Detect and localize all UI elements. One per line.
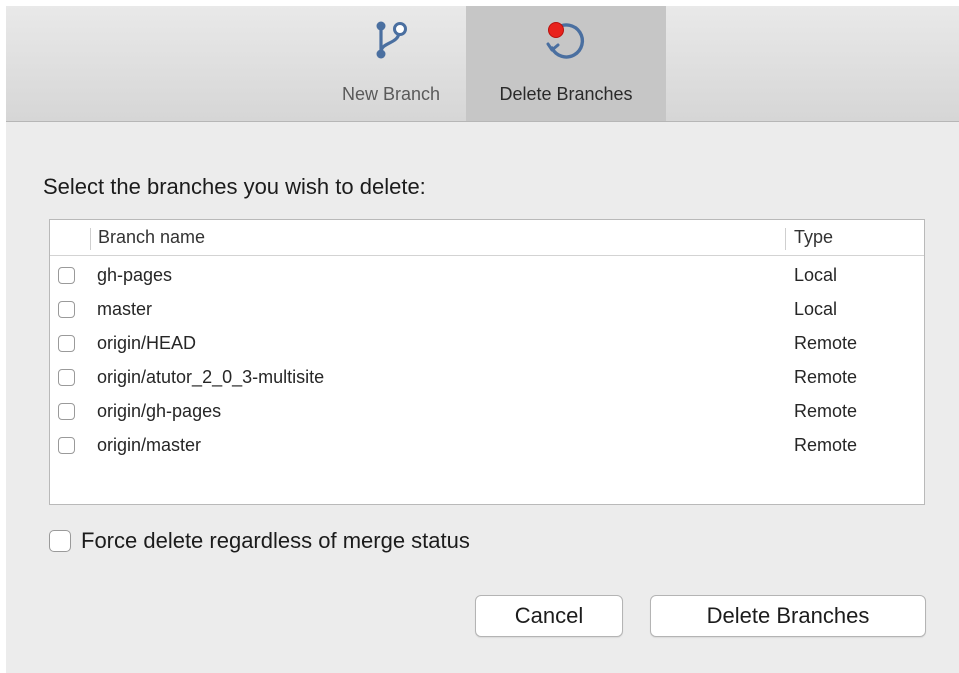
table-header: Branch name Type — [50, 220, 924, 256]
delete-branches-button[interactable]: Delete Branches — [650, 595, 926, 637]
branch-checkbox[interactable] — [58, 267, 75, 284]
branch-checkbox[interactable] — [58, 301, 75, 318]
column-header-type[interactable]: Type — [794, 227, 833, 248]
branch-name: origin/master — [97, 435, 202, 455]
branch-type: Remote — [794, 435, 858, 455]
table-row[interactable]: origin/atutor_2_0_3-multisite Remote — [50, 362, 924, 396]
branch-type: Local — [794, 265, 838, 285]
branch-type: Remote — [794, 333, 858, 353]
column-separator — [90, 228, 91, 250]
table-row[interactable]: origin/HEAD Remote — [50, 328, 924, 362]
branch-type: Remote — [794, 401, 858, 421]
branch-name: gh-pages — [97, 265, 173, 285]
cancel-button[interactable]: Cancel — [475, 595, 623, 637]
branch-name: origin/atutor_2_0_3-multisite — [97, 367, 325, 387]
column-header-branch-name[interactable]: Branch name — [98, 227, 205, 248]
branch-name: origin/gh-pages — [97, 401, 222, 421]
branch-icon — [367, 16, 415, 64]
dialog-prompt: Select the branches you wish to delete: — [43, 174, 426, 199]
delete-branches-dialog: New Branch Delete Branches Select the br… — [6, 6, 959, 673]
branches-table[interactable]: Branch name Type gh-pages Local master L… — [49, 219, 925, 505]
force-delete-checkbox[interactable] — [49, 530, 71, 552]
branch-type: Local — [794, 299, 838, 319]
branch-name: master — [97, 299, 153, 319]
branch-name: origin/HEAD — [97, 333, 197, 353]
branch-checkbox[interactable] — [58, 437, 75, 454]
branch-checkbox[interactable] — [58, 335, 75, 352]
delete-branch-icon — [542, 16, 590, 64]
table-row[interactable]: master Local — [50, 294, 924, 328]
branch-checkbox[interactable] — [58, 369, 75, 386]
new-branch-tool[interactable]: New Branch — [316, 6, 466, 121]
force-delete-option[interactable]: Force delete regardless of merge status — [49, 526, 470, 556]
column-separator — [785, 228, 786, 250]
delete-branches-label: Delete Branches — [499, 84, 633, 104]
table-row[interactable]: origin/gh-pages Remote — [50, 396, 924, 430]
table-row[interactable]: origin/master Remote — [50, 430, 924, 464]
branch-type: Remote — [794, 367, 858, 387]
table-row[interactable]: gh-pages Local — [50, 260, 924, 294]
new-branch-label: New Branch — [341, 84, 441, 104]
branch-checkbox[interactable] — [58, 403, 75, 420]
delete-branches-tool[interactable]: Delete Branches — [466, 6, 666, 121]
toolbar: New Branch Delete Branches — [6, 6, 959, 122]
force-delete-label[interactable]: Force delete regardless of merge status — [81, 528, 470, 554]
